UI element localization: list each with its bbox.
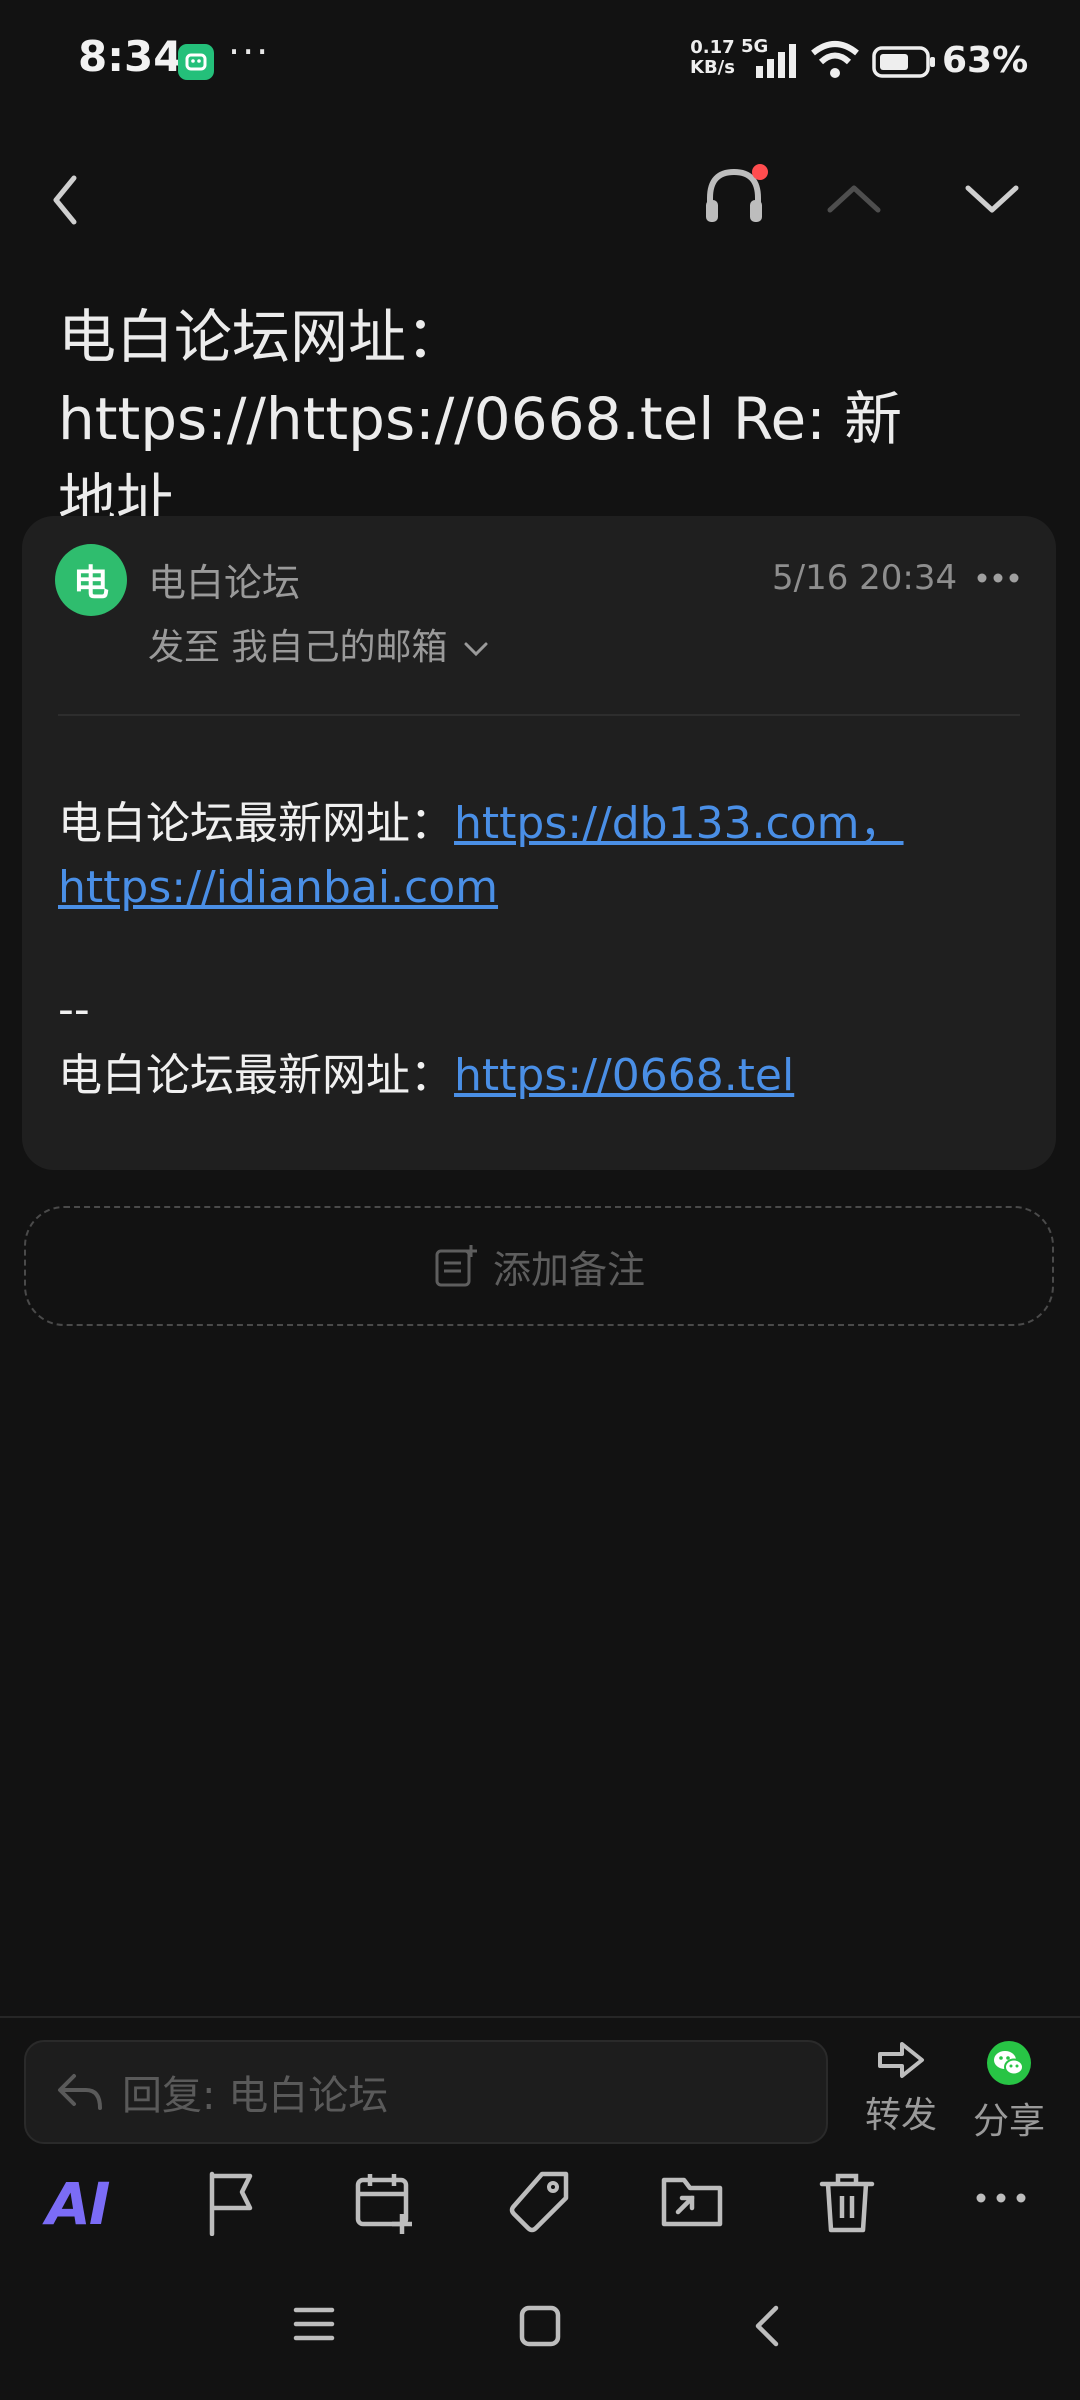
wifi-icon: [810, 40, 860, 84]
forward-button[interactable]: 转发: [856, 2040, 946, 2138]
reply-placeholder: 回复: 电白论坛: [122, 2073, 389, 2119]
flag-icon[interactable]: [204, 2170, 260, 2240]
status-more-dots: ···: [228, 30, 271, 74]
reply-icon: [58, 2074, 102, 2110]
previous-email-icon[interactable]: [826, 178, 882, 222]
more-options-icon[interactable]: [976, 568, 1020, 592]
add-note-button[interactable]: 添加备注: [24, 1206, 1054, 1326]
ai-button[interactable]: AI: [46, 2170, 110, 2238]
sender-name[interactable]: 电白论坛: [148, 552, 300, 607]
note-add-icon: [435, 1245, 477, 1287]
signature-separator: --: [58, 984, 90, 1035]
signal-icon: [756, 44, 800, 82]
calendar-add-icon[interactable]: [354, 2170, 418, 2240]
more-actions-icon[interactable]: [974, 2190, 1028, 2210]
reply-input[interactable]: 回复: 电白论坛: [24, 2040, 828, 2144]
forward-icon: [878, 2042, 924, 2078]
recipient-toggle[interactable]: 发至 我自己的邮箱: [148, 618, 489, 670]
email-date: 5/16 20:34: [772, 558, 958, 598]
link-idianbai[interactable]: https://idianbai.com: [58, 862, 498, 913]
move-folder-icon[interactable]: [660, 2170, 726, 2236]
wechat-icon: [987, 2041, 1031, 2085]
system-back-icon[interactable]: [748, 2304, 788, 2352]
mi-app-icon: [178, 44, 214, 80]
back-icon[interactable]: [46, 172, 86, 232]
body-line-3: 电白论坛最新网址：https://0668.tel: [58, 1050, 795, 1101]
header-divider: [58, 714, 1020, 716]
network-speed: 0.17 KB/s: [690, 37, 735, 78]
headphones-icon[interactable]: [702, 160, 772, 236]
sender-avatar[interactable]: 电: [55, 544, 127, 616]
chevron-down-icon: [464, 642, 488, 657]
battery-percent: 63%: [942, 40, 1029, 81]
bottom-divider: [0, 2016, 1080, 2018]
link-db133[interactable]: https://db133.com，: [454, 798, 904, 849]
menu-icon[interactable]: [292, 2304, 336, 2348]
tag-icon[interactable]: [506, 2170, 572, 2240]
link-0668[interactable]: https://0668.tel: [454, 1050, 794, 1101]
status-time: 8:34: [78, 32, 183, 81]
next-email-icon[interactable]: [964, 178, 1020, 222]
body-line-1: 电白论坛最新网址：https://db133.com，: [58, 798, 904, 849]
email-subject: 电白论坛网址：https://https://0668.tel Re: 新地址: [58, 303, 903, 535]
home-icon[interactable]: [518, 2304, 562, 2352]
battery-icon: [872, 46, 936, 82]
share-button[interactable]: 分享: [964, 2040, 1054, 2144]
add-note-label: 添加备注: [492, 1247, 645, 1292]
trash-icon[interactable]: [818, 2170, 876, 2240]
ai-label: AI: [46, 2170, 110, 2238]
body-line-2: https://idianbai.com: [58, 858, 1038, 918]
